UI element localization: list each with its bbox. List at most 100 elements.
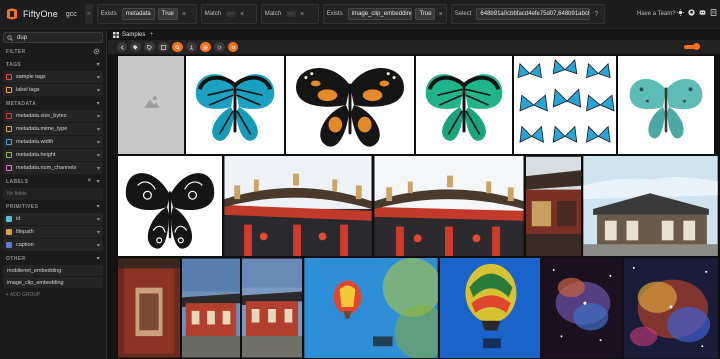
grid-item-teal-butterfly[interactable] bbox=[617, 55, 715, 155]
discord-icon[interactable] bbox=[699, 9, 706, 16]
chevron-down-icon[interactable]: ▾ bbox=[97, 126, 100, 133]
tag-labels-icon[interactable] bbox=[144, 42, 155, 52]
chevron-down-icon[interactable]: ▾ bbox=[97, 255, 100, 262]
stage-field[interactable]: image_clip_embedding bbox=[347, 8, 413, 20]
docs-icon[interactable] bbox=[710, 9, 717, 16]
close-icon[interactable]: × bbox=[182, 11, 186, 18]
chevron-down-icon[interactable]: ▾ bbox=[97, 229, 100, 236]
tag-icon[interactable] bbox=[130, 42, 141, 52]
grid-item-orange-butterfly[interactable] bbox=[285, 55, 415, 155]
sort-icon[interactable] bbox=[186, 42, 197, 52]
checkbox[interactable] bbox=[6, 74, 12, 80]
help-icon[interactable]: ? bbox=[594, 11, 598, 18]
section-metadata[interactable]: METADATA ▾ bbox=[0, 97, 106, 110]
sidebar-item-image-clip-embedding[interactable]: image_clip_embedding bbox=[3, 277, 103, 288]
view-stage-match-1[interactable]: Match ··· × bbox=[200, 4, 257, 24]
checkbox[interactable] bbox=[6, 229, 12, 235]
chevron-down-icon[interactable]: ▾ bbox=[97, 113, 100, 120]
chevron-down-icon[interactable]: ▾ bbox=[97, 139, 100, 146]
grid-item-nebula-2[interactable] bbox=[623, 257, 719, 359]
checkbox[interactable] bbox=[6, 139, 12, 145]
grid-item-temple-roof-2[interactable] bbox=[373, 155, 525, 257]
section-primitives[interactable]: PRIMITIVES ▾ bbox=[0, 200, 106, 213]
grid-item-hot-air-balloon-2[interactable] bbox=[439, 257, 541, 359]
view-stage-match-2[interactable]: Match ··· × bbox=[260, 4, 319, 24]
back-icon[interactable] bbox=[117, 42, 127, 52]
grid-item-red-shrine[interactable] bbox=[117, 257, 181, 359]
sidebar-item-metadata-mime-type[interactable]: metadata.mime_type ▾ bbox=[3, 123, 103, 135]
stage-value[interactable]: 648b91a0cbbfacd4efe75d07,648b91abcbbfacd… bbox=[476, 8, 591, 20]
zoom-slider[interactable] bbox=[684, 43, 700, 50]
chevron-down-icon[interactable]: ▾ bbox=[97, 216, 100, 223]
grid-item-butterfly-collection[interactable] bbox=[513, 55, 617, 155]
add-panel-button[interactable]: + bbox=[149, 31, 153, 38]
checkbox[interactable] bbox=[6, 87, 12, 93]
sidebar-item-metadata-height[interactable]: metadata.height ▾ bbox=[3, 149, 103, 161]
grid-item-temple-sunset-1[interactable] bbox=[181, 257, 241, 359]
sidebar-item-metadata-width[interactable]: metadata.width ▾ bbox=[3, 136, 103, 148]
github-icon[interactable] bbox=[688, 9, 695, 16]
sun-icon[interactable] bbox=[677, 9, 684, 16]
close-icon[interactable]: × bbox=[88, 178, 92, 185]
patches-icon[interactable] bbox=[158, 42, 169, 52]
checkbox[interactable] bbox=[6, 242, 12, 248]
team-link[interactable]: Have a Team? bbox=[637, 11, 676, 17]
sidebar-toggle-icon[interactable]: » bbox=[84, 4, 93, 24]
add-group-button[interactable]: + ADD GROUP bbox=[0, 292, 106, 298]
sidebar-item-metadata-num-channels[interactable]: metadata.num_channels ▾ bbox=[3, 162, 103, 174]
chevron-down-icon[interactable]: ▾ bbox=[97, 242, 100, 249]
section-labels[interactable]: LABELS × ▾ bbox=[0, 175, 106, 188]
settings-icon[interactable] bbox=[214, 42, 225, 52]
grid-item-temple-corner[interactable] bbox=[525, 155, 582, 257]
tab-samples[interactable]: Samples bbox=[113, 31, 145, 38]
section-other[interactable]: OTHER ▾ bbox=[0, 252, 106, 265]
checkbox[interactable] bbox=[6, 152, 12, 158]
chevron-down-icon[interactable]: ▾ bbox=[97, 178, 100, 185]
chevron-down-icon[interactable]: ▾ bbox=[97, 100, 100, 107]
chevron-down-icon[interactable]: ▾ bbox=[97, 74, 100, 81]
field-search[interactable]: dup bbox=[3, 32, 103, 43]
checkbox[interactable] bbox=[6, 216, 12, 222]
sidebar-item-id[interactable]: id ▾ bbox=[3, 213, 103, 225]
more-icon[interactable]: ··· bbox=[286, 11, 297, 17]
operator-icon[interactable] bbox=[228, 42, 238, 52]
view-stage-exists-metadata[interactable]: Exists metadata True × bbox=[96, 4, 197, 24]
grid-item-placeholder[interactable] bbox=[117, 55, 185, 155]
close-icon[interactable]: × bbox=[439, 11, 443, 18]
grid-item-green-butterfly[interactable] bbox=[415, 55, 513, 155]
stage-value[interactable]: True bbox=[157, 8, 178, 20]
chevron-down-icon[interactable]: ▾ bbox=[97, 61, 100, 68]
more-icon[interactable]: ··· bbox=[226, 11, 237, 17]
view-stage-select[interactable]: Select 648b91a0cbbfacd4efe75d07,648b91ab… bbox=[450, 4, 605, 24]
checkbox[interactable] bbox=[6, 113, 12, 119]
sidebar-item-caption[interactable]: caption ▾ bbox=[3, 239, 103, 251]
sidebar-item-metadata-size-bytes[interactable]: metadata.size_bytes ▾ bbox=[3, 110, 103, 122]
grid-item-ornamental-butterfly[interactable] bbox=[117, 155, 223, 257]
sidebar-item-mobilenet-embedding[interactable]: mobilenet_embedding bbox=[3, 265, 103, 276]
checkbox[interactable] bbox=[6, 126, 12, 132]
search-input[interactable]: dup bbox=[17, 35, 27, 41]
grid-item-temple-sunset-2[interactable] bbox=[241, 257, 303, 359]
close-icon[interactable]: × bbox=[240, 11, 244, 18]
dataset-name[interactable]: gcc bbox=[66, 11, 77, 18]
grid-item-nebula-1[interactable] bbox=[541, 257, 623, 359]
search-similarity-icon[interactable] bbox=[172, 42, 183, 52]
app-title[interactable]: FiftyOne bbox=[23, 9, 58, 19]
view-stage-exists-clip[interactable]: Exists image_clip_embedding True × bbox=[322, 4, 447, 24]
sidebar-item-filepath[interactable]: filepath ▾ bbox=[3, 226, 103, 238]
fiftyone-logo[interactable] bbox=[5, 7, 19, 21]
grid-item-hot-air-balloon-1[interactable] bbox=[303, 257, 439, 359]
stage-field[interactable]: metadata bbox=[121, 8, 155, 20]
sidebar-item-sample-tags[interactable]: sample tags ▾ bbox=[3, 71, 103, 83]
grid-item-temple-roof-1[interactable] bbox=[223, 155, 373, 257]
sidebar-item-label-tags[interactable]: label tags ▾ bbox=[3, 84, 103, 96]
chevron-down-icon[interactable]: ▾ bbox=[97, 87, 100, 94]
chevron-down-icon[interactable]: ▾ bbox=[97, 152, 100, 159]
stage-value[interactable]: True bbox=[415, 8, 435, 20]
close-icon[interactable]: × bbox=[300, 11, 304, 18]
section-tags[interactable]: TAGS ▾ bbox=[0, 58, 106, 71]
chevron-down-icon[interactable]: ▾ bbox=[97, 165, 100, 172]
gear-icon[interactable] bbox=[93, 48, 100, 55]
grid-item-blue-butterfly[interactable] bbox=[185, 55, 285, 155]
grid-item-japanese-temple[interactable] bbox=[582, 155, 719, 257]
